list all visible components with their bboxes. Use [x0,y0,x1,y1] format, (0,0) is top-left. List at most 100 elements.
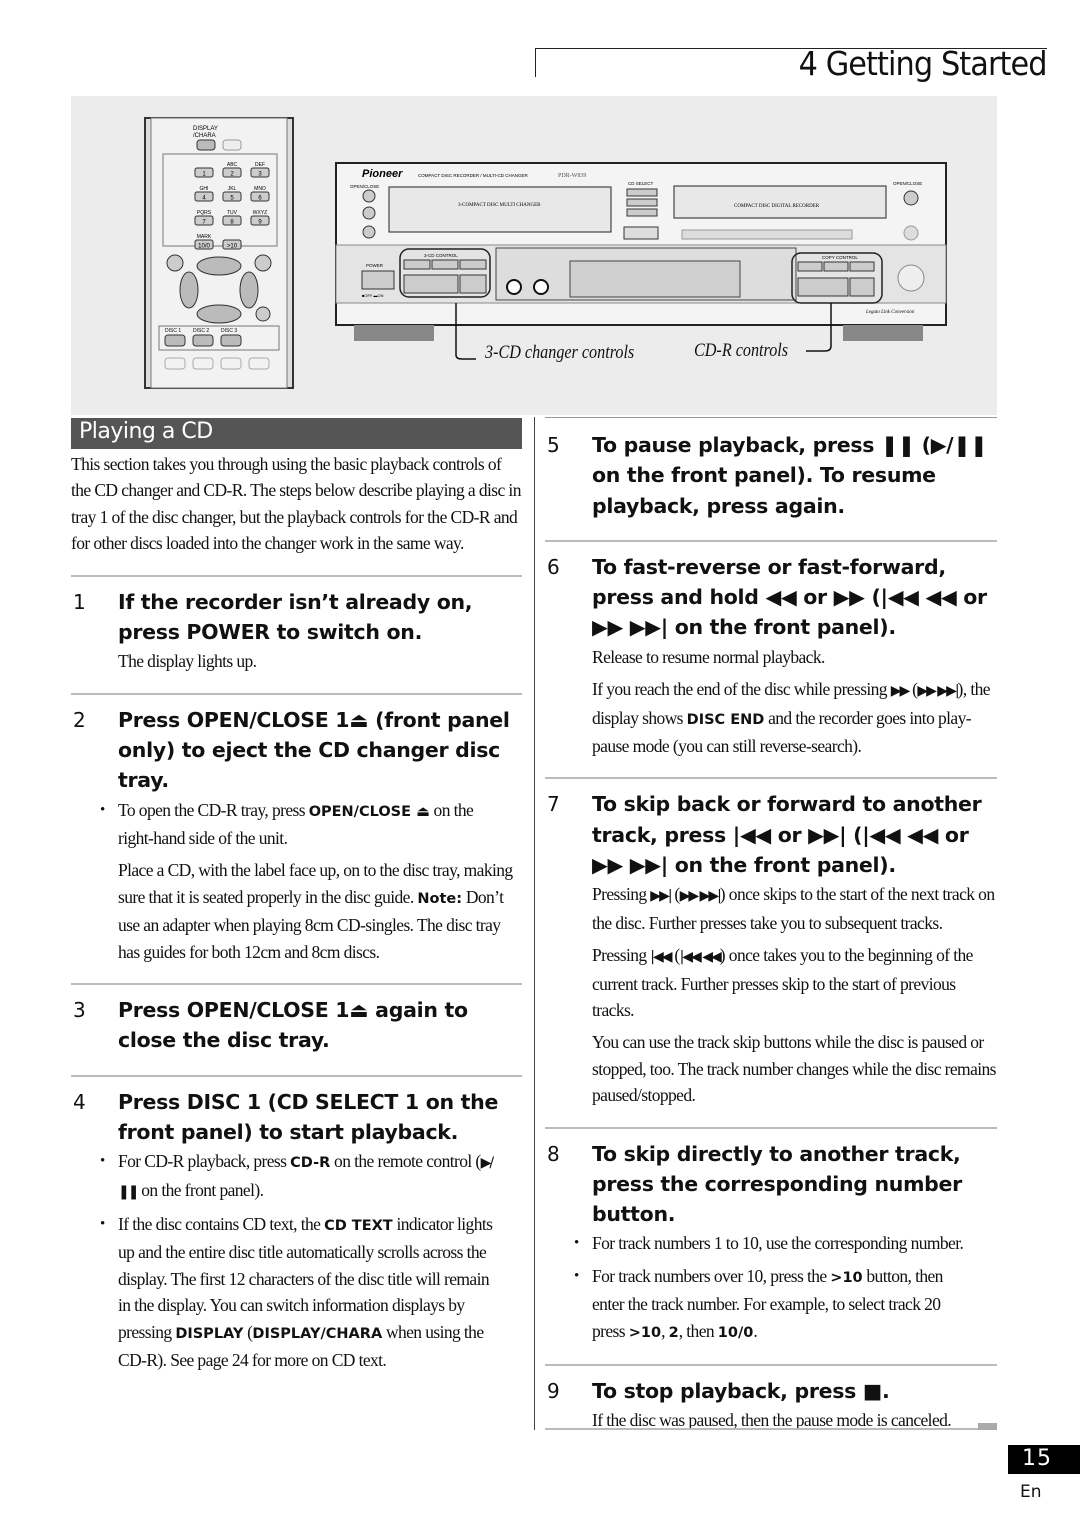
step-title: Press OPEN/CLOSE 1⏏ (front panel only) t… [118,707,510,793]
text-run: Release to resume normal playback. [592,646,825,667]
page-number: 15 [1008,1445,1080,1474]
callout-changer-controls: 3-CD changer controls [485,342,635,363]
device-label: COMPACT DISC DIGITAL RECORDER [734,204,820,209]
step-separator [545,1126,997,1129]
step-paragraph: Release to resume normal playback. [592,644,997,670]
step-8: 8 To skip directly to another track, pres… [545,1139,997,1347]
step-number: 1 [73,589,86,614]
device-label: DISPLAY [193,126,218,132]
key-label: OPEN/CLOSE ⏏ [308,803,430,820]
left-column: Playing a CD This section takes you thro… [71,418,522,1373]
step-body: To fast-reverse or fast-forward, press a… [592,552,997,760]
text-run: Pressing [592,945,651,966]
step-number: 3 [73,997,86,1022]
key-label: >10 [830,1269,863,1286]
step-title: To stop playback, press ■. [592,1379,890,1404]
device-label: Pioneer [362,168,403,180]
button-symbol: ▶▶ [890,683,910,700]
text-run: ( [670,945,680,966]
step-body: Press DISC 1 (CD SELECT 1 on the front p… [100,1087,522,1374]
step-7: 7 To skip back or forward to another trac… [545,789,997,1108]
chapter-title: 4 Getting Started [798,44,1048,83]
remote-key-caption: ABC [227,162,238,168]
remote-key-caption: TUV [227,210,238,216]
key-label: DISPLAY [175,1325,244,1342]
button-symbol: ▶▶ ▶▶| [679,888,722,905]
text-run: If you reach the end of the disc while p… [592,679,891,700]
step-separator [71,574,522,577]
step-separator [71,982,522,985]
button-symbol: |◀◀ [650,949,672,966]
device-label: OPEN/CLOSE [350,184,379,189]
remote-key-caption: MARK [197,234,212,240]
text-run: ( [670,884,680,905]
step-title: Press OPEN/CLOSE 1⏏ again to close the d… [118,997,468,1053]
right-steps: 5 To pause playback, press ❚❚ (▶/❚❚ on th… [545,418,997,1434]
step-5: 5 To pause playback, press ❚❚ (▶/❚❚ on th… [545,430,997,522]
step-title: To skip directly to another track, press… [592,1141,962,1227]
section-title: Playing a CD [71,418,522,449]
step-6: 6 To fast-reverse or fast-forward, press … [545,552,997,760]
text-run: For CD-R playback, press [118,1151,291,1172]
step-body: To skip back or forward to another track… [592,789,997,1108]
device-label: PDR-W839 [558,173,586,179]
disc-key-label: DISC 1 [165,328,181,334]
text-run: You can use the track skip buttons while… [592,1032,996,1106]
bottom-marker [978,1423,997,1430]
step-paragraph: Pressing ▶▶| (▶▶ ▶▶|) once skips to the … [592,881,997,936]
step-body: To skip directly to another track, press… [574,1139,997,1347]
step-separator [545,539,997,542]
step-1: 1 If the recorder isn’t already on, press… [71,587,522,675]
step-title: To skip back or forward to another track… [592,792,982,877]
remote-key-caption: GHI [200,186,209,192]
column-divider [534,417,535,1430]
bullet-item: For track numbers 1 to 10, use the corre… [572,1230,977,1257]
step-body: If the recorder isn’t already on, press … [118,587,522,675]
step-title: To fast-reverse or fast-forward, press a… [592,554,987,640]
step-9: 9 To stop playback, press ■. If the disc w… [545,1376,997,1434]
recorder-unit: Pioneer COMPACT DISC RECORDER / MULTI-CD… [335,162,947,360]
button-symbol: |◀◀ ◀◀ [679,949,722,966]
step-body: Press OPEN/CLOSE 1⏏ again to close the d… [118,995,522,1057]
remote-key-caption: JKL [228,186,237,192]
bullet-item: For track numbers over 10, press the >10… [572,1263,977,1346]
step-body: Press OPEN/CLOSE 1⏏ (front panel only) t… [100,705,522,965]
text-run: on the remote control ( [330,1151,481,1172]
callout-cdr-controls: CD-R controls [694,340,789,361]
text-run: The display lights up. [118,651,257,672]
remote-control: DISPLAY /CHARA 1 2 34 5 67 8 910/0 >10ABC DEFGHI… [144,117,294,389]
step-4: 4 Press DISC 1 (CD SELECT 1 on the front … [71,1087,522,1374]
bottom-rule [545,1428,997,1430]
step-paragraph: Pressing |◀◀ (|◀◀ ◀◀) once takes you to … [592,942,997,1023]
header-tick [535,48,536,77]
device-label: POWER [366,263,384,268]
key-label: 2 [668,1324,679,1341]
step-separator [71,1074,522,1077]
remote-key-caption: PQRS [197,210,212,216]
text-run: . [753,1320,758,1341]
button-symbol: ▶▶ ▶▶| [917,683,959,700]
step-title: Press DISC 1 (CD SELECT 1 on the front p… [118,1089,499,1144]
key-label: CD TEXT [324,1217,393,1234]
text-run: , then [678,1320,718,1341]
disc-key [192,334,214,347]
key-label: 10/0 [717,1324,754,1341]
step-2: 2 Press OPEN/CLOSE 1⏏ (front panel only) … [71,705,522,965]
step-separator [545,1364,997,1367]
intro-text: This section takes you through using the… [71,454,521,554]
device-label: 3-CD CONTROL [424,253,458,258]
device-label: CD SELECT [628,181,654,186]
text-run: For track numbers 1 to 10, use the corre… [592,1233,964,1254]
text-run: For track numbers over 10, press the [592,1265,831,1286]
device-illustration: DISPLAY /CHARA 1 2 3 4 5 6 7 8 9 10/0 >10 ABC DEF GHI… [71,96,997,415]
text-run: Pressing [592,884,651,905]
key-label: CD-R [290,1155,331,1172]
disc-key-label: DISC 3 [221,328,237,334]
device-label: 3-COMPACT DISC MULTI CHANGER [458,203,541,208]
text-run: ( [908,679,918,700]
device-label: Legato Link Conversion [865,310,915,315]
device-label: COPY CONTROL [822,255,858,260]
step-body: To pause playback, press ❚❚ (▶/❚❚ on the… [592,430,997,522]
step-paragraph: You can use the track skip buttons while… [592,1029,997,1108]
remote-and-unit-drawing: DISPLAY /CHARA 1 2 34 5 67 8 910/0 >10ABC DEFGHI… [144,117,947,389]
